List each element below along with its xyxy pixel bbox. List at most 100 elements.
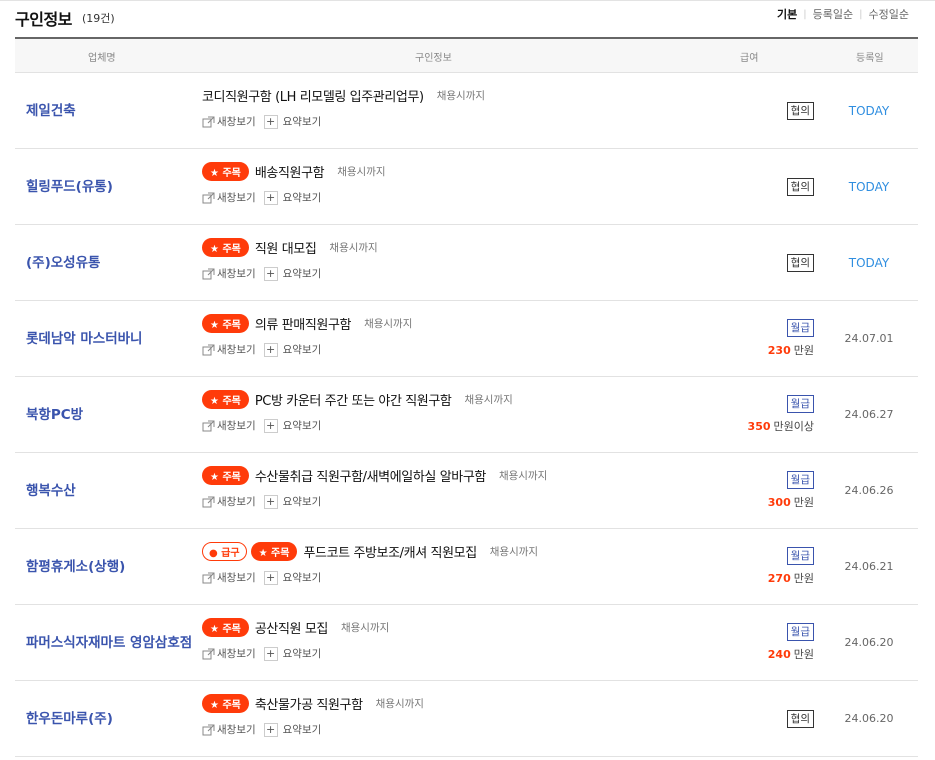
featured-badge: ★ 주목 xyxy=(202,314,249,333)
column-info: 구인정보 xyxy=(415,53,452,64)
pay-value: 240 xyxy=(767,648,791,661)
summary-button[interactable]: + 요약보기 xyxy=(263,114,322,129)
summary-label: 요약보기 xyxy=(282,496,322,508)
job-title-link[interactable]: 푸드코트 주방보조/캐셔 직원모집 xyxy=(303,542,477,561)
pay-value: 270 xyxy=(767,572,791,585)
company-name-link[interactable]: 힐링푸드(유통) xyxy=(26,149,196,224)
summary-button[interactable]: + 요약보기 xyxy=(263,494,322,509)
company-name-link[interactable]: 함평휴게소(상행) xyxy=(26,529,196,604)
new-window-button[interactable]: 새창보기 xyxy=(202,342,256,357)
new-window-label: 새창보기 xyxy=(217,116,256,128)
new-window-button[interactable]: 새창보기 xyxy=(202,266,256,281)
registered-date: 24.06.26 xyxy=(844,484,894,497)
new-window-button[interactable]: 새창보기 xyxy=(202,570,256,585)
plus-icon: + xyxy=(263,342,278,357)
summary-button[interactable]: + 요약보기 xyxy=(263,722,322,737)
table-row: 롯데남악 마스터바니 ★ 주목 의류 판매직원구함 채용시까지새창보기 + 요약보기 월급 2… xyxy=(15,301,918,377)
new-window-button[interactable]: 새창보기 xyxy=(202,646,256,661)
pay-type-badge: 월급 xyxy=(786,395,814,413)
plus-icon: + xyxy=(263,418,278,433)
featured-badge: ★ 주목 xyxy=(202,390,249,409)
summary-button[interactable]: + 요약보기 xyxy=(263,190,321,205)
hiring-period: 채용시까지 xyxy=(464,394,513,406)
summary-button[interactable]: + 요약보기 xyxy=(263,646,321,661)
new-window-button[interactable]: 새창보기 xyxy=(202,418,256,433)
sort-separator: | xyxy=(859,8,863,20)
pay-type-badge: 월급 xyxy=(786,547,814,565)
row-actions: 새창보기 + 요약보기 xyxy=(202,494,321,509)
plus-icon: + xyxy=(263,494,278,509)
job-title-line: ★ 주목 배송직원구함 채용시까지 xyxy=(202,162,386,181)
job-title-line: ● 급구 ★ 주목 푸드코트 주방보조/캐셔 직원모집 채용시까지 xyxy=(202,542,538,561)
hiring-period: 채용시까지 xyxy=(498,470,548,482)
summary-button[interactable]: + 요약보기 xyxy=(263,266,322,281)
summary-button[interactable]: + 요약보기 xyxy=(263,342,321,357)
new-window-label: 새창보기 xyxy=(217,344,256,356)
plus-icon: + xyxy=(263,114,278,129)
new-window-button[interactable]: 새창보기 xyxy=(202,190,256,205)
hiring-period: 채용시까지 xyxy=(489,546,539,558)
job-title-link[interactable]: PC방 카운터 주간 또는 야간 직원구함 xyxy=(255,390,452,409)
hiring-period: 채용시까지 xyxy=(364,318,413,330)
hiring-period: 채용시까지 xyxy=(337,166,386,178)
sort-default[interactable]: 기본 xyxy=(777,6,797,22)
job-title-line: ★ 주목 축산물가공 직원구함 채용시까지 xyxy=(202,694,424,713)
sort-by-modified[interactable]: 수정일순 xyxy=(869,6,909,22)
new-window-label: 새창보기 xyxy=(217,496,256,508)
external-link-icon xyxy=(202,496,217,508)
urgent-badge: ● 급구 xyxy=(202,542,247,561)
registered-date: 24.06.21 xyxy=(844,560,894,573)
table-row: (주)오성유통 ★ 주목 직원 대모집 채용시까지 새창보기 + 요약보기 협의 TODAY xyxy=(15,225,918,301)
company-name-link[interactable]: 행복수산 xyxy=(26,453,196,528)
summary-label: 요약보기 xyxy=(282,116,322,128)
job-title-link[interactable]: 코디직원구함 (LH 리모델링 입주관리업무) xyxy=(202,86,424,105)
job-title-link[interactable]: 공산직원 모집 xyxy=(255,618,328,637)
company-name-link[interactable]: 북항PC방 xyxy=(26,377,196,452)
list-header: 구인정보 (19건) 기본 | 등록일순 | 수정일순 xyxy=(15,6,918,30)
pay-cell: 협의 xyxy=(786,225,814,300)
external-link-icon xyxy=(202,192,217,204)
job-title-link[interactable]: 수산물취급 직원구함/새벽에일하실 알바구함 xyxy=(255,466,486,485)
pay-unit: 만원 xyxy=(793,344,814,357)
pay-type-badge: 협의 xyxy=(786,253,814,272)
table-row: 힐링푸드(유통) ★ 주목 배송직원구함 채용시까지 새창보기 + 요약보기 협의 TODAY xyxy=(15,149,918,225)
job-title-link[interactable]: 의류 판매직원구함 xyxy=(255,314,352,333)
hiring-period: 채용시까지 xyxy=(375,698,424,710)
summary-label: 요약보기 xyxy=(282,268,322,280)
job-title-line: 코디직원구함 (LH 리모델링 입주관리업무) 채용시까지 xyxy=(202,86,485,105)
summary-label: 요약보기 xyxy=(282,724,322,736)
pay-amount: 350 만원이상 xyxy=(748,418,814,434)
company-name-link[interactable]: 한우돈마루(주) xyxy=(26,681,196,756)
pay-unit: 만원이상 xyxy=(773,420,814,433)
job-title-link[interactable]: 축산물가공 직원구함 xyxy=(255,694,363,713)
pay-cell: 월급 270 만원 xyxy=(768,529,814,604)
external-link-icon xyxy=(202,268,217,280)
job-title-link[interactable]: 직원 대모집 xyxy=(255,238,317,257)
pay-unit: 만원 xyxy=(793,572,814,585)
pay-cell: 월급 230 만원 xyxy=(768,301,814,376)
company-name-link[interactable]: 파머스식자재마트 영암삼호점 xyxy=(26,605,196,680)
pay-value: 350 xyxy=(747,420,771,433)
new-window-button[interactable]: 새창보기 xyxy=(202,114,256,129)
external-link-icon xyxy=(202,344,217,356)
new-window-button[interactable]: 새창보기 xyxy=(202,722,256,737)
company-name-link[interactable]: (주)오성유통 xyxy=(26,225,196,300)
row-actions: 새창보기 + 요약보기 xyxy=(202,342,321,357)
job-title-line: ★ 주목 수산물취급 직원구함/새벽에일하실 알바구함 채용시까지 xyxy=(202,466,547,485)
company-name-link[interactable]: 제일건축 xyxy=(26,73,196,148)
sort-options: 기본 | 등록일순 | 수정일순 xyxy=(777,6,909,22)
column-pay: 급여 xyxy=(740,53,759,64)
row-actions: 새창보기 + 요약보기 xyxy=(202,570,321,585)
external-link-icon xyxy=(202,648,217,660)
sort-by-registered[interactable]: 등록일순 xyxy=(813,6,853,22)
summary-button[interactable]: + 요약보기 xyxy=(263,418,321,433)
job-title-link[interactable]: 배송직원구함 xyxy=(255,162,325,181)
row-actions: 새창보기 + 요약보기 xyxy=(202,418,321,433)
new-window-label: 새창보기 xyxy=(217,648,256,660)
company-name-link[interactable]: 롯데남악 마스터바니 xyxy=(26,301,196,376)
pay-type-badge: 협의 xyxy=(786,177,814,196)
new-window-button[interactable]: 새창보기 xyxy=(202,494,256,509)
registered-date: TODAY xyxy=(848,179,890,194)
summary-button[interactable]: + 요약보기 xyxy=(263,570,321,585)
registered-date: 24.06.20 xyxy=(844,636,894,649)
